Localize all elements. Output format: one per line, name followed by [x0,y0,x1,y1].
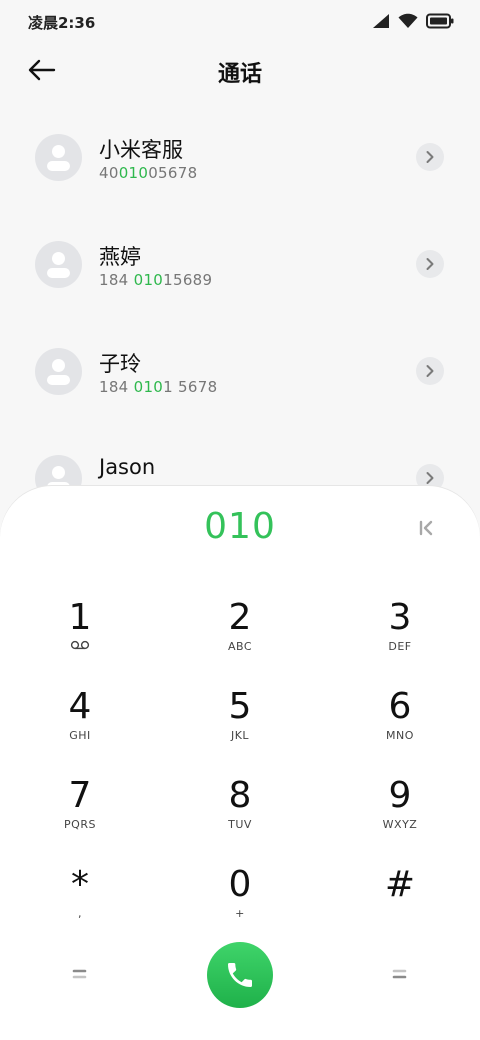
key-letters: WXYZ [382,818,418,831]
number-prefix: 184 [99,271,134,289]
number-match: 010 [133,378,164,396]
key-hash[interactable]: # [345,865,455,945]
key-letters: GHI [69,729,91,742]
key-star[interactable]: * , [25,865,135,945]
battery-icon [426,13,454,29]
key-digit: 9 [388,775,412,816]
chevron-right-icon [426,472,434,484]
signal-icon [373,14,389,28]
dialpad-panel: 010 1 2 ABC 3 DEF 4 GHI 5 JKL 6 MNO 7 PQ… [0,486,480,1040]
key-7[interactable]: 7 PQRS [25,776,135,856]
dialed-number: 010 [204,506,276,547]
key-digit: 6 [388,686,412,727]
contact-row[interactable]: 小米客服 4001005678 [0,105,480,212]
key-letters: ABC [227,640,253,653]
avatar [35,348,82,395]
sim-1-button[interactable] [70,966,90,982]
wifi-icon [398,13,418,28]
key-0[interactable]: 0 + [185,865,295,945]
key-digit: 8 [228,775,252,816]
key-letters: MNO [386,729,414,742]
avatar [35,134,82,181]
page-title: 通话 [217,62,262,87]
key-letters: PQRS [64,818,96,831]
contact-name: Jason [99,455,156,479]
key-5[interactable]: 5 JKL [185,687,295,767]
number-suffix: 05678 [148,164,198,182]
chevron-right-icon [426,365,434,377]
contact-detail-button[interactable] [416,250,444,278]
status-bar: 凌晨2:36 [0,0,480,44]
contact-name: 小米客服 [99,138,183,162]
key-9[interactable]: 9 WXYZ [345,776,455,856]
key-letters: JKL [230,729,250,742]
status-time: 凌晨2:36 [28,14,96,32]
key-digit: 7 [68,775,92,816]
key-2[interactable]: 2 ABC [185,598,295,678]
key-digit: 1 [68,597,92,638]
key-digit: 2 [228,597,252,638]
key-8[interactable]: 8 TUV [185,776,295,856]
key-digit: 0 [228,864,252,905]
key-letters: + [235,907,245,920]
contact-detail-button[interactable] [416,357,444,385]
number-suffix: 15689 [163,271,213,289]
number-suffix: 1 5678 [163,378,218,396]
contact-detail-button[interactable] [416,143,444,171]
key-6[interactable]: 6 MNO [345,687,455,767]
sim-icon [392,969,407,979]
chevron-right-icon [426,151,434,163]
status-icons [372,13,454,29]
sim-2-button[interactable] [390,966,410,982]
chevron-right-icon [426,258,434,270]
key-digit: # [384,864,416,905]
number-prefix: 184 [99,378,134,396]
contact-name: 子玲 [99,352,141,376]
key-digit: 5 [228,686,252,727]
contact-number: 184 01015689 [99,271,212,289]
phone-icon [228,963,252,987]
key-digit: 4 [68,686,92,727]
avatar [35,241,82,288]
voicemail-icon [25,640,135,654]
delete-button[interactable] [414,516,438,540]
contact-row[interactable]: 子玲 184 0101 5678 [0,319,480,426]
app-header: 通话 [0,44,480,96]
number-prefix: 40 [99,164,119,182]
contact-name: 燕婷 [99,245,141,269]
key-1[interactable]: 1 [25,598,135,678]
number-match: 010 [118,164,149,182]
contact-number: 184 0101 5678 [99,378,217,396]
call-button[interactable] [207,942,273,1008]
contact-row[interactable]: 燕婷 184 01015689 [0,212,480,319]
key-4[interactable]: 4 GHI [25,687,135,767]
key-letters: , [78,907,82,920]
key-letters: TUV [228,818,252,831]
contact-number: 4001005678 [99,164,197,182]
contact-list: 小米客服 4001005678 燕婷 184 01015689 子玲 184 0… [0,105,480,533]
key-3[interactable]: 3 DEF [345,598,455,678]
backspace-icon [419,520,433,536]
key-letters: DEF [388,640,412,653]
key-letters [345,907,455,921]
key-digit: 3 [388,597,412,638]
sim-icon [72,969,87,979]
number-match: 010 [133,271,164,289]
key-digit: * [71,864,89,905]
